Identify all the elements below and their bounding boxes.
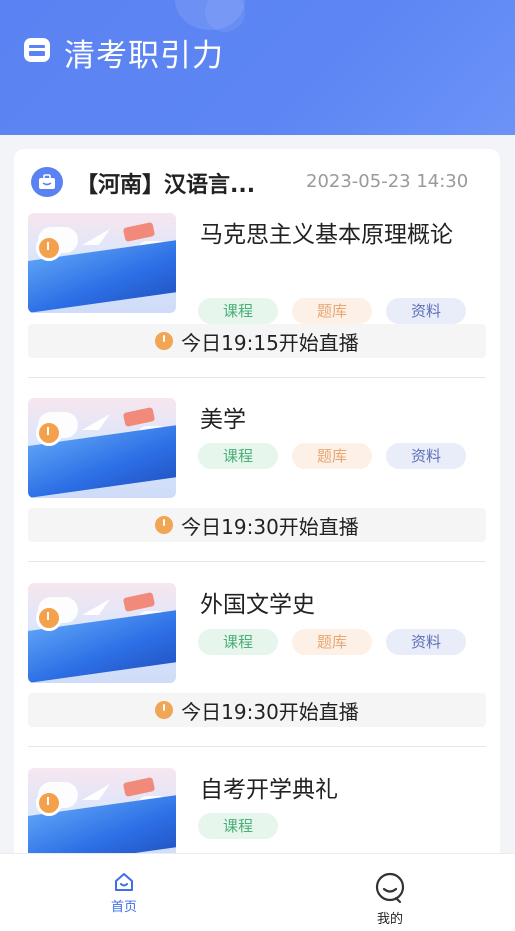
tag-question-bank[interactable]: 题库 xyxy=(292,298,372,324)
bottom-tab-bar: 首页 我的 xyxy=(0,853,515,931)
live-schedule-text: 今日19:15开始直播 xyxy=(181,330,359,355)
tab-home[interactable]: 首页 xyxy=(84,872,164,915)
course-title[interactable]: 马克思主义基本原理概论 xyxy=(200,215,480,256)
course-item[interactable]: 马克思主义基本原理概论 课程 题库 资料 今日19:15开始直播 xyxy=(14,213,500,398)
app-store-icon xyxy=(24,38,50,62)
tag-materials[interactable]: 资料 xyxy=(386,298,466,324)
tag-course[interactable]: 课程 xyxy=(198,629,278,655)
group-title: 【河南】汉语言... xyxy=(76,173,256,198)
tag-course[interactable]: 课程 xyxy=(198,298,278,324)
clock-icon xyxy=(36,790,62,816)
clock-icon xyxy=(36,605,62,631)
app-header: 清考职引力 xyxy=(0,0,515,135)
course-thumbnail[interactable] xyxy=(28,213,176,313)
course-item[interactable]: 美学 课程 题库 资料 今日19:30开始直播 xyxy=(14,398,500,583)
group-time: 2023-05-23 14:30 xyxy=(306,171,469,192)
tag-course[interactable]: 课程 xyxy=(198,813,278,839)
divider xyxy=(28,561,486,562)
tag-question-bank[interactable]: 题库 xyxy=(292,443,372,469)
app-title: 清考职引力 xyxy=(64,38,224,74)
course-group-card: 【河南】汉语言... 2023-05-23 14:30 马克思主义基本原理概论 … xyxy=(14,149,500,869)
course-title[interactable]: 美学 xyxy=(200,400,480,441)
timer-icon xyxy=(155,701,174,719)
header-decoration xyxy=(205,0,245,32)
user-icon xyxy=(375,872,405,904)
briefcase-icon xyxy=(31,167,63,197)
divider xyxy=(28,746,486,747)
tab-mine-label: 我的 xyxy=(376,912,403,927)
live-schedule-text: 今日19:30开始直播 xyxy=(181,699,359,724)
course-thumbnail[interactable] xyxy=(28,583,176,683)
course-item[interactable]: 外国文学史 课程 题库 资料 今日19:30开始直播 xyxy=(14,583,500,768)
timer-icon xyxy=(155,332,174,350)
clock-icon xyxy=(36,420,62,446)
divider xyxy=(28,377,486,378)
tag-materials[interactable]: 资料 xyxy=(386,629,466,655)
group-header[interactable]: 【河南】汉语言... 2023-05-23 14:30 xyxy=(14,149,500,209)
timer-icon xyxy=(155,516,174,534)
live-schedule-bar[interactable]: 今日19:30开始直播 xyxy=(28,508,486,542)
tag-question-bank[interactable]: 题库 xyxy=(292,629,372,655)
home-icon xyxy=(115,873,133,891)
live-schedule-bar[interactable]: 今日19:15开始直播 xyxy=(28,324,486,358)
tab-mine[interactable]: 我的 xyxy=(350,872,430,927)
tag-materials[interactable]: 资料 xyxy=(386,443,466,469)
tag-course[interactable]: 课程 xyxy=(198,443,278,469)
live-schedule-bar[interactable]: 今日19:30开始直播 xyxy=(28,693,486,727)
clock-icon xyxy=(36,235,62,261)
course-title[interactable]: 外国文学史 xyxy=(200,585,480,626)
tab-home-label: 首页 xyxy=(110,900,137,915)
live-schedule-text: 今日19:30开始直播 xyxy=(181,514,359,539)
course-thumbnail[interactable] xyxy=(28,398,176,498)
course-title[interactable]: 自考开学典礼 xyxy=(200,770,480,811)
